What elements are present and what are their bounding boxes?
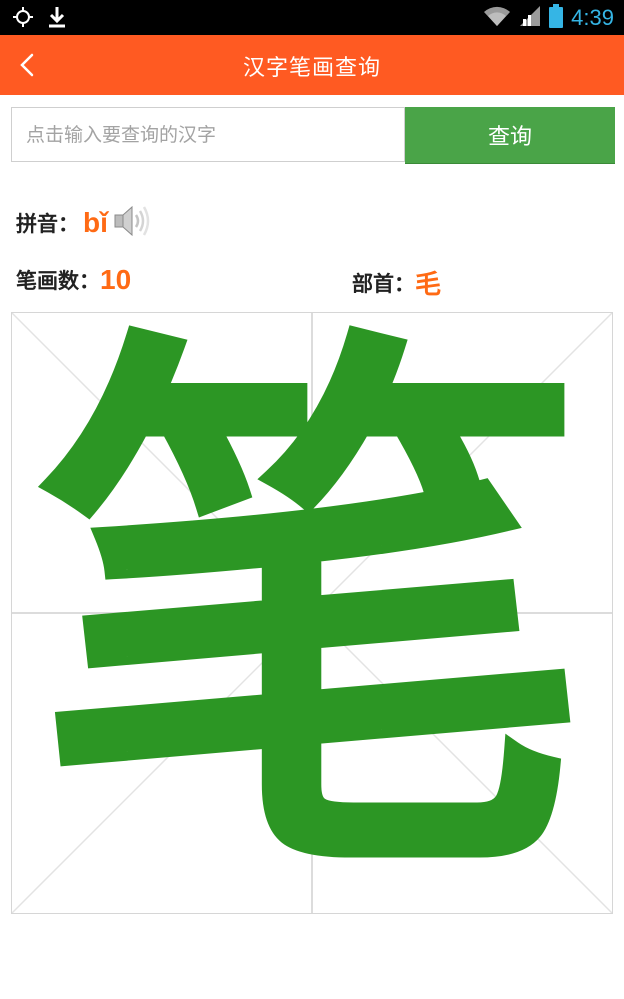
pinyin-value: bǐ xyxy=(83,207,108,238)
speaker-icon[interactable] xyxy=(112,203,152,243)
search-bar: 查询 xyxy=(11,107,615,164)
search-input[interactable] xyxy=(11,107,405,162)
page-title: 汉字笔画查询 xyxy=(242,56,381,81)
search-button[interactable]: 查询 xyxy=(405,107,615,163)
pinyin-row: 拼音： bǐ xyxy=(16,203,152,243)
character-display: 笔 xyxy=(32,284,592,942)
wifi-icon xyxy=(483,5,511,31)
title-bar: 汉字笔画查询 xyxy=(0,35,624,95)
status-bar: 4:39 xyxy=(0,0,624,35)
download-icon xyxy=(48,6,66,32)
signal-icon xyxy=(519,5,541,31)
battery-icon xyxy=(549,4,564,32)
pinyin-label: 拼音： xyxy=(16,212,79,236)
character-grid: 笔 xyxy=(11,312,613,914)
status-time: 4:39 xyxy=(571,5,614,30)
location-icon xyxy=(12,6,34,32)
